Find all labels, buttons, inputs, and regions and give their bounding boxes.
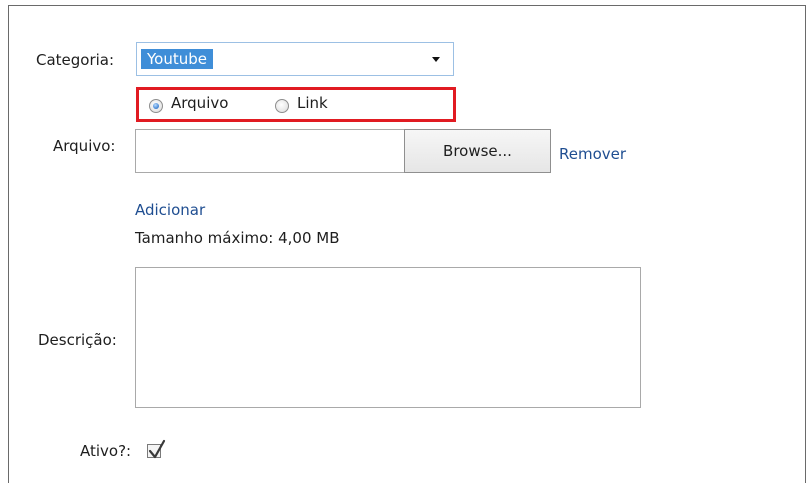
remover-link[interactable]: Remover: [559, 145, 626, 163]
descricao-textarea[interactable]: [135, 267, 641, 408]
arquivo-label: Arquivo:: [53, 137, 116, 155]
dropdown-arrow-icon[interactable]: [432, 57, 440, 62]
radio-link[interactable]: [275, 99, 289, 113]
tipo-radio-group: Arquivo Link: [136, 87, 456, 122]
categoria-label: Categoria:: [36, 51, 115, 69]
radio-arquivo-label[interactable]: Arquivo: [171, 94, 228, 112]
form-panel: [8, 5, 806, 483]
tamanho-maximo-text: Tamanho máximo: 4,00 MB: [135, 229, 340, 247]
file-path-input[interactable]: [135, 129, 405, 173]
browse-button[interactable]: Browse...: [404, 129, 551, 173]
ativo-checkbox[interactable]: [147, 439, 166, 459]
radio-arquivo[interactable]: [149, 99, 163, 113]
adicionar-link[interactable]: Adicionar: [135, 201, 205, 219]
descricao-label: Descrição:: [38, 331, 117, 349]
categoria-selected-value: Youtube: [141, 49, 213, 69]
checkmark-icon: [148, 439, 166, 459]
radio-link-label[interactable]: Link: [297, 94, 328, 112]
categoria-select[interactable]: Youtube: [136, 42, 454, 76]
ativo-label: Ativo?:: [80, 442, 132, 460]
